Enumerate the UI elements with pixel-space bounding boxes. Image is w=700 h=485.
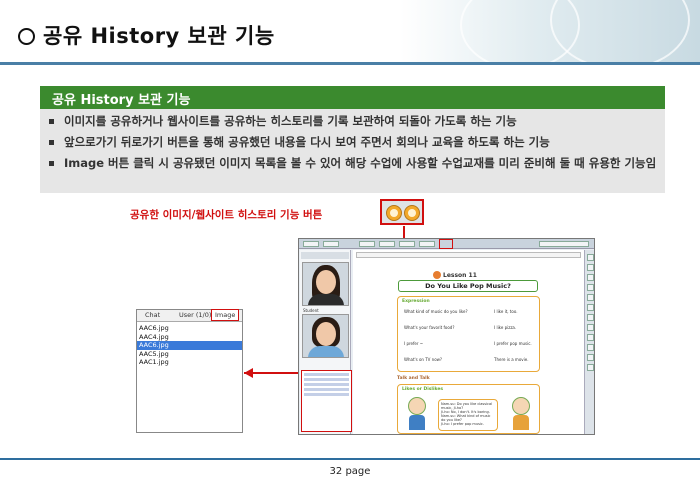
page-title: 공유 History 보관 기능 — [18, 20, 275, 50]
song-title: Do You Like Pop Music? — [398, 280, 538, 292]
expression-line: I like pizza. — [494, 325, 517, 330]
expression-line: What's on TV now? — [404, 357, 443, 362]
header-decoration — [400, 0, 700, 70]
expression-line: I like it, too. — [494, 309, 518, 314]
page-title-text: 공유 History 보관 기능 — [43, 24, 275, 48]
app-screenshot: Student Lesson 11 Do You Like Pop Music?… — [298, 238, 595, 435]
dialogue-bubble: Nam-su: Do you like classical music, Ji-… — [438, 399, 498, 431]
url-bar[interactable] — [356, 252, 581, 258]
callout-label: 공유한 이미지/웹사이트 히스토리 기능 버튼 — [130, 209, 323, 221]
shared-web-content: Lesson 11 Do You Like Pop Music? Express… — [353, 250, 584, 434]
likes-panel: Likes or Dislikes Nam-su: Do you like cl… — [397, 384, 540, 434]
dialogue-line: Nam-su: Do you like classical music, Ji-… — [441, 402, 493, 410]
talk-tag: Talk and Talk — [397, 376, 430, 381]
forward-history-icon[interactable] — [404, 205, 420, 221]
history-buttons-zoom — [380, 199, 424, 225]
toolbar-button[interactable] — [359, 241, 375, 247]
video-label: Student — [303, 308, 319, 313]
bullet-item: 이미지를 공유하거나 웹사이트를 공유하는 히스토리를 기록 보관하여 되돌아 … — [44, 113, 662, 130]
chat-box-highlight — [301, 370, 352, 432]
lesson-title: Lesson 11 — [443, 272, 477, 279]
toolbar-status — [539, 241, 589, 247]
list-item[interactable]: AAC1.jpg — [137, 358, 242, 367]
tool-palette — [584, 250, 594, 434]
page-number: 32 page — [329, 466, 371, 477]
bullet-item: Image 버튼 클릭 시 공유됐던 이미지 목록을 볼 수 있어 해당 수업에… — [44, 155, 662, 172]
tab-user[interactable]: User (1/0) — [179, 311, 211, 319]
expression-panel: Expression What kind of music do you lik… — [397, 296, 540, 372]
tool-icon[interactable] — [587, 294, 594, 301]
dialogue-line: Ji-ho: I prefer pop music. — [441, 422, 484, 426]
toolbar-button[interactable] — [419, 241, 435, 247]
arrow-head-icon — [244, 368, 253, 378]
image-history-panel: Chat User (1/0) Image AAC6.jpg AAC4.jpg … — [136, 309, 243, 433]
tool-icon[interactable] — [587, 284, 594, 291]
toolbar-button[interactable] — [303, 241, 319, 247]
toolbar-button[interactable] — [379, 241, 395, 247]
expression-line: What kind of music do you like? — [404, 309, 468, 314]
bullet-item: 앞으로가기 뒤로가기 버튼을 통해 공유했던 내용을 다시 보여 주면서 회의나… — [44, 134, 662, 151]
expression-tag: Expression — [402, 299, 430, 304]
back-history-icon[interactable] — [386, 205, 402, 221]
tab-image[interactable]: Image — [211, 309, 240, 321]
list-item[interactable]: AAC4.jpg — [137, 333, 242, 342]
tool-icon[interactable] — [587, 354, 594, 361]
feature-bullet-list: 이미지를 공유하거나 웹사이트를 공유하는 히스토리를 기록 보관하여 되돌아 … — [44, 113, 662, 176]
list-item[interactable]: AAC5.jpg — [137, 350, 242, 359]
tool-icon[interactable] — [587, 344, 594, 351]
student-video — [302, 314, 349, 358]
teacher-video — [302, 262, 349, 306]
image-list: AAC6.jpg AAC4.jpg AAC6.jpg AAC5.jpg AAC1… — [137, 324, 242, 367]
toolbar-button[interactable] — [399, 241, 415, 247]
tool-icon[interactable] — [587, 274, 594, 281]
tool-icon[interactable] — [587, 254, 594, 261]
likes-tag: Likes or Dislikes — [402, 387, 444, 392]
list-item[interactable]: AAC6.jpg — [137, 324, 242, 333]
expression-line: I prefer ~ — [404, 341, 424, 346]
tool-icon[interactable] — [587, 364, 594, 371]
footer-divider — [0, 458, 700, 460]
tool-icon[interactable] — [587, 264, 594, 271]
participants-panel: Student — [300, 250, 352, 434]
app-toolbar — [299, 239, 594, 249]
toolbar-button[interactable] — [323, 241, 339, 247]
tool-icon[interactable] — [587, 324, 594, 331]
expression-line: There is a movie. — [494, 357, 529, 362]
header-divider — [0, 62, 700, 65]
panel-tabs: Chat User (1/0) Image — [137, 309, 242, 322]
boy-character-icon — [406, 397, 428, 431]
dialogue-line: Nam-su: What kind of music do you like? — [441, 414, 491, 422]
section-title: 공유 History 보관 기능 — [52, 93, 191, 108]
slide-header: 공유 History 보관 기능 — [0, 0, 700, 70]
tool-icon[interactable] — [587, 334, 594, 341]
tool-icon[interactable] — [587, 314, 594, 321]
list-item-selected[interactable]: AAC6.jpg — [137, 341, 242, 350]
expression-line: What's your favorit food? — [404, 325, 455, 330]
girl-character-icon — [510, 397, 532, 431]
expression-line: I prefer pop music. — [494, 341, 532, 346]
tool-icon[interactable] — [587, 304, 594, 311]
history-buttons-highlight — [439, 239, 453, 249]
lesson-icon — [433, 271, 441, 279]
tab-chat[interactable]: Chat — [145, 311, 160, 319]
participants-header — [301, 252, 349, 259]
circle-bullet-icon — [18, 28, 35, 45]
